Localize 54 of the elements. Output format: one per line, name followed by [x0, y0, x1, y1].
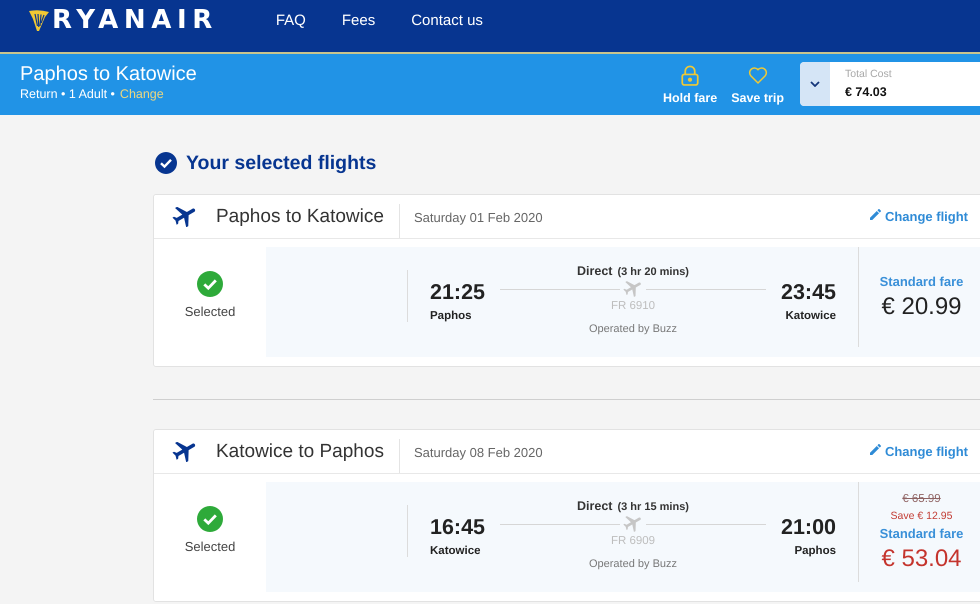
stops-label: Direct — [577, 499, 612, 513]
change-trip-link[interactable]: Change — [120, 86, 164, 102]
flight-number: FR 6910 — [610, 300, 656, 313]
check-circle-icon — [155, 152, 177, 174]
nav-link[interactable]: Fees — [342, 12, 376, 28]
flight-date: Saturday 08 Feb 2020 — [414, 445, 543, 460]
selected-status: Selected — [184, 304, 236, 320]
flight-date: Saturday 01 Feb 2020 — [414, 210, 543, 225]
save-trip-button[interactable]: Save trip — [731, 65, 784, 105]
padlock-icon — [680, 65, 700, 86]
fare-type-label: Standard fare — [880, 524, 964, 542]
airplane-icon — [623, 281, 643, 297]
arrival-time: 21:00 — [781, 515, 836, 539]
saving-label: Save € 12.95 — [890, 508, 952, 524]
duration-label: (3 hr 20 mins) — [617, 266, 689, 278]
expand-button[interactable] — [800, 62, 830, 106]
arrival-city: Paphos — [794, 544, 836, 558]
fare-price: € 20.99 — [881, 292, 962, 322]
trip-title: Paphos to Katowice — [20, 62, 197, 86]
departure-time: 16:45 — [430, 515, 485, 539]
route-title: Katowice to Paphos — [216, 440, 384, 464]
total-cost-label: Total Cost — [845, 68, 892, 81]
brand-wordmark: RYANAIR — [52, 5, 218, 35]
flight-number: FR 6909 — [610, 535, 656, 548]
duration-label: (3 hr 15 mins) — [617, 501, 689, 513]
pencil-icon — [870, 209, 881, 220]
fare-type-label: Standard fare — [880, 272, 964, 290]
total-cost-value: € 74.03 — [845, 84, 887, 100]
departure-city: Katowice — [430, 544, 480, 558]
nav-link[interactable]: FAQ — [276, 12, 306, 28]
original-price: € 65.99 — [902, 492, 941, 506]
departure-city: Paphos — [430, 309, 472, 323]
operator-label: Operated by Buzz — [588, 322, 678, 336]
route-title: Paphos to Katowice — [216, 204, 384, 228]
pencil-icon — [870, 444, 881, 455]
nav-link[interactable]: Contact us — [411, 12, 483, 28]
airplane-icon — [623, 516, 643, 532]
change-flight-link[interactable]: Change flight — [870, 444, 968, 459]
airplane-icon — [172, 206, 198, 226]
change-flight-link[interactable]: Change flight — [870, 209, 968, 224]
operator-label: Operated by Buzz — [588, 557, 678, 571]
stops-label: Direct — [577, 264, 612, 278]
harp-icon — [28, 8, 50, 32]
departure-time: 21:25 — [430, 280, 485, 304]
trip-summary: Return • 1 Adult • — [20, 86, 115, 102]
heart-icon — [748, 65, 768, 86]
arrival-time: 23:45 — [781, 280, 836, 304]
section-heading: Your selected flights — [186, 152, 376, 174]
selected-status: Selected — [184, 539, 236, 555]
chevron-down-icon — [810, 81, 820, 87]
hold-fare-button[interactable]: Hold fare — [663, 65, 718, 105]
arrival-city: Katowice — [786, 309, 836, 323]
airplane-icon — [172, 442, 198, 462]
fare-price: € 53.04 — [881, 544, 962, 574]
